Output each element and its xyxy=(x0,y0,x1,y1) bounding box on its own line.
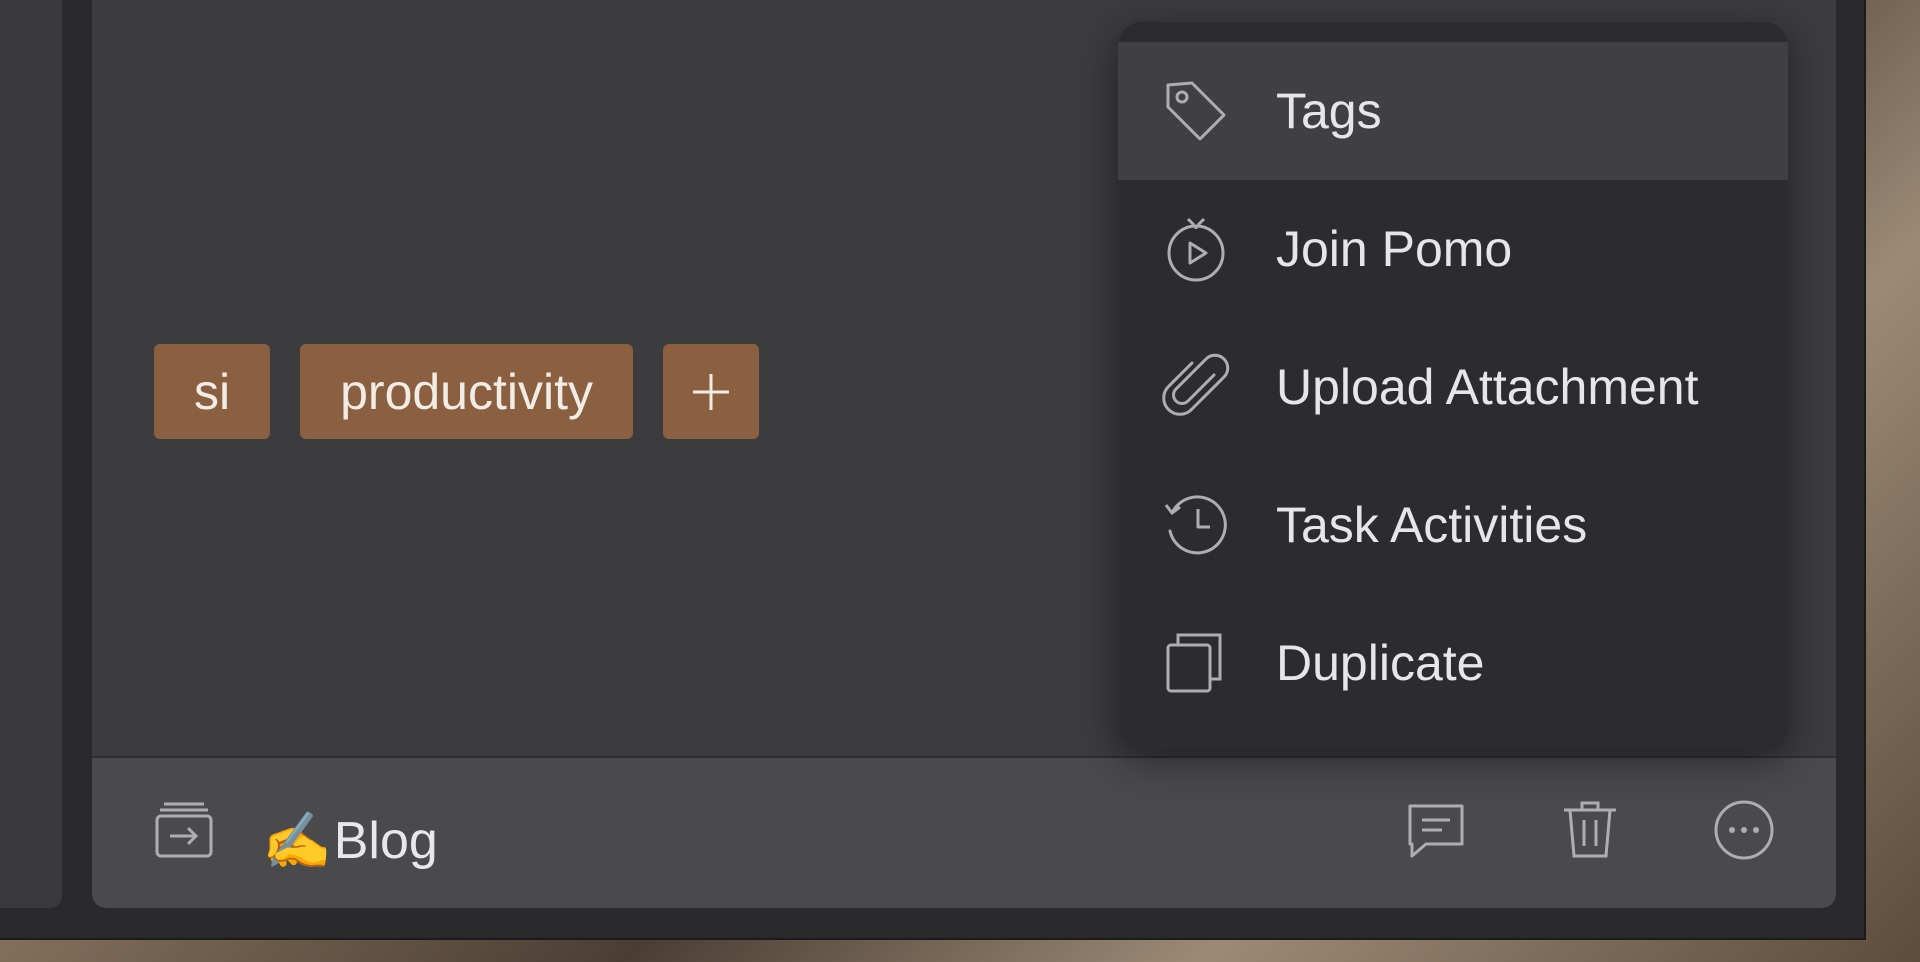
move-to-list-button[interactable] xyxy=(152,798,216,862)
comment-icon xyxy=(1408,804,1464,858)
pomo-timer-icon xyxy=(1162,215,1230,283)
more-options-menu: Tags Join Pomo Upload Attachment Task Ac… xyxy=(1118,22,1788,750)
more-button[interactable] xyxy=(1712,798,1776,862)
tag-chip[interactable]: productivity xyxy=(300,344,633,439)
tags-row: si productivity xyxy=(154,344,759,439)
add-tag-button[interactable] xyxy=(663,344,759,439)
task-list-pane xyxy=(0,0,62,908)
menu-item-duplicate[interactable]: Duplicate xyxy=(1118,594,1788,732)
menu-item-label: Duplicate xyxy=(1276,635,1485,691)
list-emoji: ✍️ xyxy=(262,809,332,872)
menu-item-tags[interactable]: Tags xyxy=(1118,42,1788,180)
duplicate-icon xyxy=(1162,629,1230,697)
app-window: si productivity ✍️ Blog Tags Join Pomo U… xyxy=(0,0,1866,940)
menu-item-label: Tags xyxy=(1276,83,1382,139)
history-icon xyxy=(1162,491,1230,559)
paperclip-icon xyxy=(1162,353,1230,421)
menu-item-upload-attachment[interactable]: Upload Attachment xyxy=(1118,318,1788,456)
plus-icon xyxy=(693,373,729,410)
menu-item-task-activities[interactable]: Task Activities xyxy=(1118,456,1788,594)
tag-icon xyxy=(1162,77,1230,145)
tag-chip[interactable]: si xyxy=(154,344,271,439)
menu-item-label: Join Pomo xyxy=(1276,221,1513,277)
menu-item-join-pomo[interactable]: Join Pomo xyxy=(1118,180,1788,318)
comment-button[interactable] xyxy=(1404,798,1468,862)
menu-item-label: Upload Attachment xyxy=(1276,359,1699,415)
delete-button[interactable] xyxy=(1558,798,1622,862)
list-selector[interactable]: ✍️ Blog xyxy=(262,808,438,874)
menu-item-label: Task Activities xyxy=(1276,497,1588,553)
move-to-list-icon xyxy=(155,802,213,858)
trash-icon xyxy=(1564,801,1616,858)
task-bottom-bar: ✍️ Blog xyxy=(92,756,1836,908)
more-icon xyxy=(1714,800,1774,860)
list-label: Blog xyxy=(333,812,438,870)
